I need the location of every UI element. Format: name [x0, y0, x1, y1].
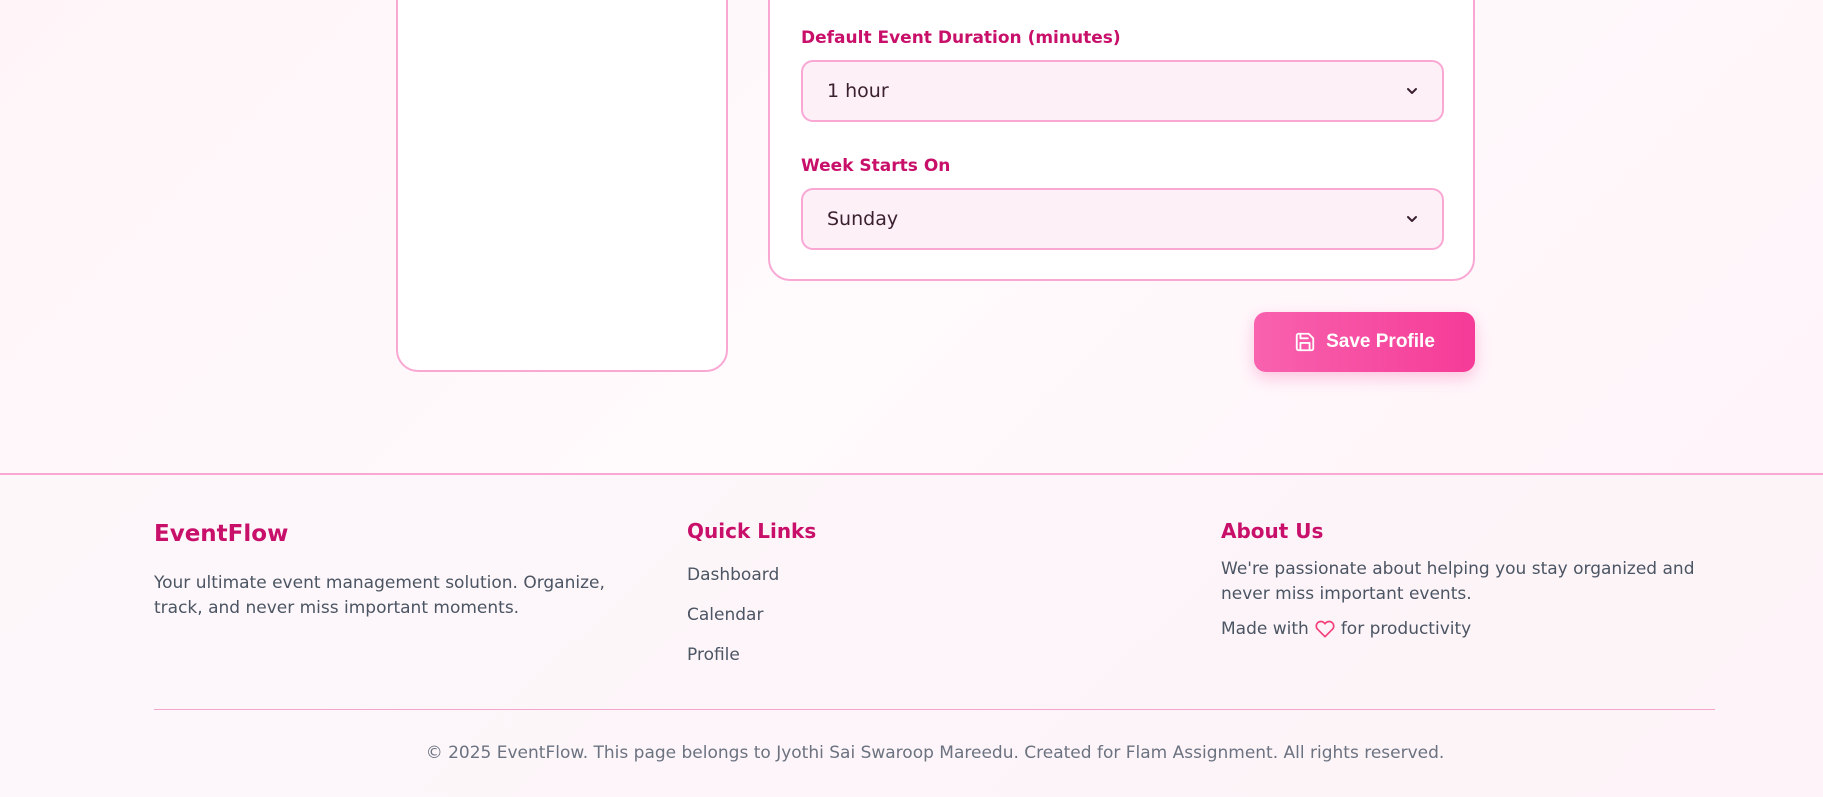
save-icon — [1295, 332, 1315, 352]
about-text: We're passionate about helping you stay … — [1221, 559, 1695, 604]
duration-label: Default Event Duration (minutes) — [801, 28, 1121, 48]
chevron-down-icon — [1407, 88, 1417, 94]
footer-about-column: About Us We're passionate about helping … — [1221, 519, 1721, 639]
duration-select[interactable]: 1 hour — [801, 60, 1444, 122]
footer-link-profile[interactable]: Profile — [687, 635, 1087, 675]
heart-icon — [1315, 620, 1335, 638]
chevron-down-icon — [1407, 216, 1417, 222]
footer-link-calendar[interactable]: Calendar — [687, 595, 1087, 635]
footer-brand-description: Your ultimate event management solution.… — [154, 573, 605, 618]
site-footer: EventFlow Your ultimate event management… — [0, 473, 1823, 797]
duration-value: 1 hour — [827, 80, 889, 102]
footer-divider — [154, 709, 1715, 710]
footer-brand[interactable]: EventFlow — [154, 521, 654, 547]
preferences-card: Default Event Duration (minutes) 1 hour … — [768, 0, 1475, 281]
made-with-prefix: Made with — [1221, 619, 1309, 639]
week-start-label: Week Starts On — [801, 156, 951, 176]
footer-copyright: © 2025 EventFlow. This page belongs to J… — [425, 743, 1445, 763]
made-with-line: Made with for productivity — [1221, 619, 1721, 639]
save-profile-button[interactable]: Save Profile — [1254, 312, 1475, 372]
profile-settings-section: Default Event Duration (minutes) 1 hour … — [0, 0, 1823, 473]
made-with-suffix: for productivity — [1340, 619, 1472, 639]
quick-links-list: Dashboard Calendar Profile — [687, 555, 1087, 675]
footer-link-dashboard[interactable]: Dashboard — [687, 555, 1087, 595]
profile-card — [396, 0, 728, 372]
week-start-select[interactable]: Sunday — [801, 188, 1444, 250]
footer-brand-column: EventFlow Your ultimate event management… — [154, 519, 654, 621]
save-profile-label: Save Profile — [1326, 331, 1435, 352]
footer-quick-links-column: Quick Links Dashboard Calendar Profile — [687, 519, 1087, 675]
about-title: About Us — [1221, 519, 1324, 543]
quick-links-title: Quick Links — [687, 519, 817, 543]
week-start-value: Sunday — [827, 208, 899, 230]
